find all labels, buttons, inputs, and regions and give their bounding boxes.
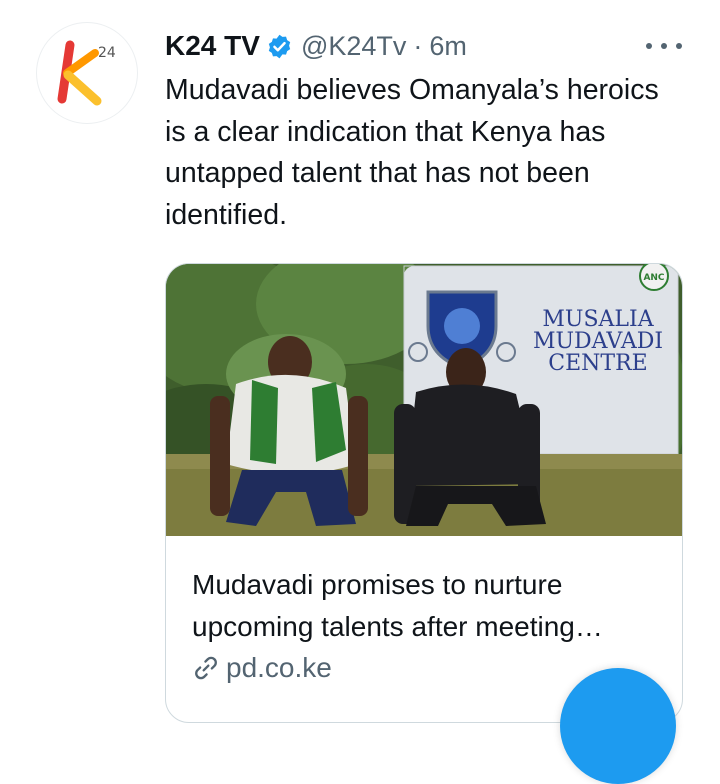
avatar-superscript: 24 (98, 45, 116, 61)
avatar[interactable]: 24 (36, 22, 138, 124)
tweet-timestamp[interactable]: 6m (429, 31, 467, 62)
tweet-header: K24 TV @K24Tv · 6m (165, 26, 467, 66)
more-dot (676, 43, 682, 49)
link-card[interactable]: ANC MUSALIA MUDAVADI CENTRE Mudavadi pro… (165, 263, 683, 723)
anc-emblem-text: ANC (643, 273, 664, 283)
sign-line-3: CENTRE (548, 351, 647, 376)
verified-icon (268, 34, 291, 58)
author-handle[interactable]: @K24Tv (301, 31, 406, 62)
compose-fab[interactable] (560, 668, 676, 784)
card-domain-text: pd.co.ke (226, 652, 332, 683)
card-domain: pd.co.ke (192, 652, 332, 684)
link-icon (195, 656, 217, 680)
more-icon[interactable] (646, 32, 682, 60)
author-name[interactable]: K24 TV (165, 30, 260, 62)
card-title: Mudavadi promises to nurture upcoming ta… (192, 569, 575, 642)
separator-dot: · (413, 30, 423, 61)
tweet-text: Mudavadi believes Omanyala’s heroics is … (165, 74, 659, 231)
more-dot (646, 43, 652, 49)
card-image: ANC MUSALIA MUDAVADI CENTRE (166, 264, 682, 536)
k24-logo-icon: 24 (57, 40, 116, 106)
more-dot (661, 43, 667, 49)
